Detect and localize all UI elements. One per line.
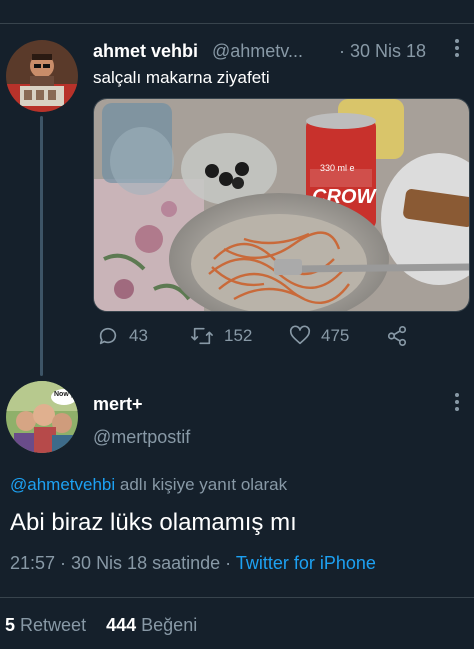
retweet-stat-label: Retweet: [20, 615, 87, 635]
reply-icon: [99, 327, 117, 345]
reply-to-mention-link[interactable]: @ahmetvehbi: [10, 475, 115, 494]
more-options-icon[interactable]: [450, 38, 464, 61]
tweet-meta: 21:57 · 30 Nis 18 saatinde · Twitter for…: [10, 553, 376, 574]
stats-divider: [0, 597, 474, 598]
author-name[interactable]: ahmet vehbi: [93, 41, 198, 62]
share-button[interactable]: [386, 325, 418, 347]
reply-count: 43: [129, 326, 148, 345]
tweet-date[interactable]: · 30 Nis 18: [339, 41, 426, 62]
like-stat[interactable]: 444 Beğeni: [106, 615, 197, 635]
retweet-button[interactable]: 152: [190, 325, 252, 347]
tweet-stats: 5 Retweet 444 Beğeni: [5, 615, 197, 636]
author-name[interactable]: mert+: [93, 394, 143, 415]
author-handle[interactable]: @ahmetv...: [212, 41, 303, 62]
retweet-count: 152: [224, 326, 253, 345]
avatar[interactable]: Now p: [6, 381, 78, 453]
like-button[interactable]: 475: [289, 325, 349, 347]
tweet-text: salçalı makarna ziyafeti: [93, 68, 270, 87]
reply-context: @ahmetvehbi adlı kişiye yanıt olarak: [10, 475, 287, 495]
reply-to-label: adlı kişiye yanıt olarak: [115, 475, 288, 494]
heart-icon: [289, 325, 311, 345]
like-stat-label: Beğeni: [141, 615, 198, 635]
more-options-icon[interactable]: [450, 392, 464, 415]
like-stat-count: 444: [106, 615, 137, 635]
retweet-stat-count: 5: [5, 615, 16, 635]
tweet-actions-bar: 43 152 475: [93, 325, 423, 353]
tweet-text: Abi biraz lüks olamamış mı: [10, 509, 297, 536]
avatar-badge-text: Now p: [54, 391, 75, 398]
share-icon: [387, 326, 407, 346]
can-volume-text: 330 ml e: [320, 163, 355, 173]
thread-connector-line: [40, 116, 43, 376]
author-handle[interactable]: @mertpostif: [93, 427, 190, 448]
reply-button[interactable]: 43: [97, 325, 148, 347]
retweet-icon: [191, 327, 213, 345]
avatar[interactable]: [6, 40, 78, 112]
top-divider: [0, 23, 474, 24]
tweet-media-image[interactable]: 330 ml e CROW: [93, 98, 470, 312]
like-count: 475: [321, 326, 350, 345]
tweet-timestamp[interactable]: 21:57 · 30 Nis 18 saatinde ·: [10, 553, 236, 573]
tweet-source-link[interactable]: Twitter for iPhone: [236, 553, 376, 573]
retweet-stat[interactable]: 5 Retweet: [5, 615, 86, 635]
